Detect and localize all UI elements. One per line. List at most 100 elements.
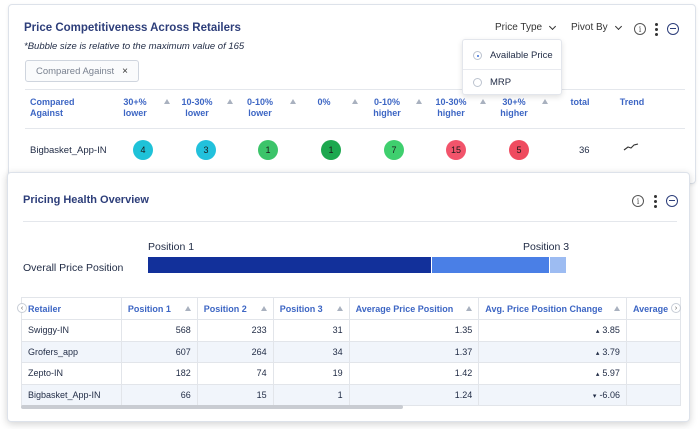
table-top-divider	[25, 89, 685, 90]
cell-position-change: -6.06	[478, 383, 627, 406]
cell-position-2: 15	[196, 383, 274, 406]
competitiveness-title: Price Competitiveness Across Retailers	[24, 22, 241, 34]
col-label: Avg. Price Position Change	[485, 303, 603, 314]
collapse-icon[interactable]	[667, 23, 679, 35]
overall-price-position-bar	[148, 257, 566, 273]
compared-against-filter-chip[interactable]: Compared Against ×	[25, 60, 140, 82]
cell-position-2: 233	[196, 319, 274, 342]
bubble-10-30-higher[interactable]: 15	[446, 140, 466, 160]
sort-icon[interactable]	[466, 306, 473, 311]
scroll-left-icon[interactable]: ‹	[17, 303, 27, 313]
cell-retailer: Grofers_app	[21, 340, 122, 363]
option-available-price[interactable]: Available Price	[473, 50, 553, 61]
cell-average-position: 1.35	[348, 319, 480, 342]
bubble-0-10-lower[interactable]: 1	[258, 140, 278, 160]
header-divider	[23, 221, 677, 222]
col-average-price-position[interactable]: Average Price Position	[348, 297, 480, 320]
cell-position-3: 1	[272, 383, 350, 406]
col-0-10-lower[interactable]: 0-10% lower	[240, 97, 280, 119]
bubble-10-30-lower[interactable]: 3	[196, 140, 216, 160]
col-label: Average Price Position	[355, 303, 454, 314]
chip-label: Compared Against	[36, 65, 115, 77]
col-total[interactable]: total	[565, 97, 595, 108]
bubble-30-higher[interactable]: 5	[509, 140, 529, 160]
cell-position-change: 3.79	[478, 340, 627, 363]
col-avg-price-position-change[interactable]: Avg. Price Position Change	[478, 297, 627, 320]
collapse-icon[interactable]	[666, 195, 678, 207]
sort-icon[interactable]	[352, 99, 358, 104]
table-header-row: Retailer Position 1 Position 2 Position …	[21, 297, 682, 320]
sort-icon[interactable]	[164, 99, 170, 104]
price-type-dropdown[interactable]: Price Type	[495, 22, 557, 33]
more-options-icon[interactable]	[653, 195, 657, 208]
col-position-3[interactable]: Position 3	[272, 297, 350, 320]
row-label: Bigbasket_App-IN	[30, 145, 107, 156]
bubble-30-lower[interactable]: 4	[133, 140, 153, 160]
sort-icon[interactable]	[416, 99, 422, 104]
price-type-label: Price Type	[495, 22, 543, 33]
cell-position-3: 34	[272, 340, 350, 363]
cell-retailer: Zepto-IN	[21, 362, 122, 385]
col-30-higher[interactable]: 30+% higher	[494, 97, 534, 119]
bubble-0-10-higher[interactable]: 7	[384, 140, 404, 160]
cell-average	[625, 319, 682, 342]
header-divider	[25, 128, 685, 129]
cell-position-1: 182	[120, 362, 198, 385]
col-label: Position 3	[279, 303, 323, 314]
col-retailer[interactable]: Retailer	[21, 297, 122, 320]
table-row[interactable]: Zepto-IN 182 74 19 1.42 5.97	[21, 362, 682, 385]
col-position-2[interactable]: Position 2	[196, 297, 274, 320]
col-10-30-higher[interactable]: 10-30% higher	[431, 97, 471, 119]
cell-retailer: Swiggy-IN	[21, 319, 122, 342]
table-row[interactable]: Grofers_app 607 264 34 1.37 3.79	[21, 340, 682, 363]
cell-average-position: 1.37	[348, 340, 480, 363]
overall-price-position-label: Overall Price Position	[23, 262, 124, 274]
sort-icon[interactable]	[336, 306, 343, 311]
horizontal-scrollbar[interactable]	[21, 405, 403, 409]
info-icon[interactable]: i	[634, 23, 646, 35]
sort-icon[interactable]	[227, 99, 233, 104]
position-bar-segment-2[interactable]	[431, 257, 549, 273]
sort-icon[interactable]	[184, 306, 191, 311]
trend-sparkline-icon[interactable]	[623, 142, 639, 152]
position-bar-segment-3[interactable]	[548, 257, 566, 273]
col-label: Position 2	[203, 303, 247, 314]
col-compared-against[interactable]: Compared Against	[30, 97, 100, 119]
cell-position-1: 66	[120, 383, 198, 406]
option-label: MRP	[490, 77, 512, 88]
cell-position-3: 19	[272, 362, 350, 385]
col-10-30-lower[interactable]: 10-30% lower	[177, 97, 217, 119]
sort-icon[interactable]	[480, 99, 486, 104]
table-row[interactable]: Swiggy-IN 568 233 31 1.35 3.85	[21, 319, 682, 342]
price-type-menu: Available Price MRP	[462, 39, 562, 95]
cell-position-1: 607	[120, 340, 198, 363]
pivot-by-label: Pivot By	[571, 22, 608, 33]
col-label: Position 1	[127, 303, 171, 314]
position-start-label: Position 1	[148, 241, 195, 253]
table-row[interactable]: Bigbasket_App-IN 66 15 1 1.24 -6.06	[21, 383, 682, 406]
sort-icon[interactable]	[290, 99, 296, 104]
sort-icon[interactable]	[613, 306, 620, 311]
cell-position-change: 5.97	[478, 362, 627, 385]
scroll-right-icon[interactable]: ›	[671, 303, 681, 313]
close-icon[interactable]: ×	[122, 66, 128, 77]
col-position-1[interactable]: Position 1	[120, 297, 198, 320]
chevron-down-icon	[549, 22, 557, 30]
info-icon[interactable]: i	[632, 195, 644, 207]
position-end-label: Position 3	[523, 241, 570, 253]
sort-icon[interactable]	[260, 306, 267, 311]
sort-icon[interactable]	[542, 99, 548, 104]
pivot-by-dropdown[interactable]: Pivot By	[571, 22, 622, 33]
price-competitiveness-card: Price Competitiveness Across Retailers *…	[8, 4, 696, 184]
more-options-icon[interactable]	[654, 23, 658, 36]
col-0[interactable]: 0%	[304, 97, 344, 108]
cell-position-change: 3.85	[478, 319, 627, 342]
competitiveness-subtitle: *Bubble size is relative to the maximum …	[24, 41, 245, 52]
position-bar-segment-1[interactable]	[148, 257, 432, 273]
pricing-health-card: Pricing Health Overview i Position 1 Pos…	[7, 172, 690, 422]
col-30-lower[interactable]: 30+% lower	[115, 97, 155, 119]
option-mrp[interactable]: MRP	[473, 77, 511, 88]
bubble-0[interactable]: 1	[321, 140, 341, 160]
radio-icon	[473, 78, 482, 87]
col-0-10-higher[interactable]: 0-10% higher	[367, 97, 407, 119]
